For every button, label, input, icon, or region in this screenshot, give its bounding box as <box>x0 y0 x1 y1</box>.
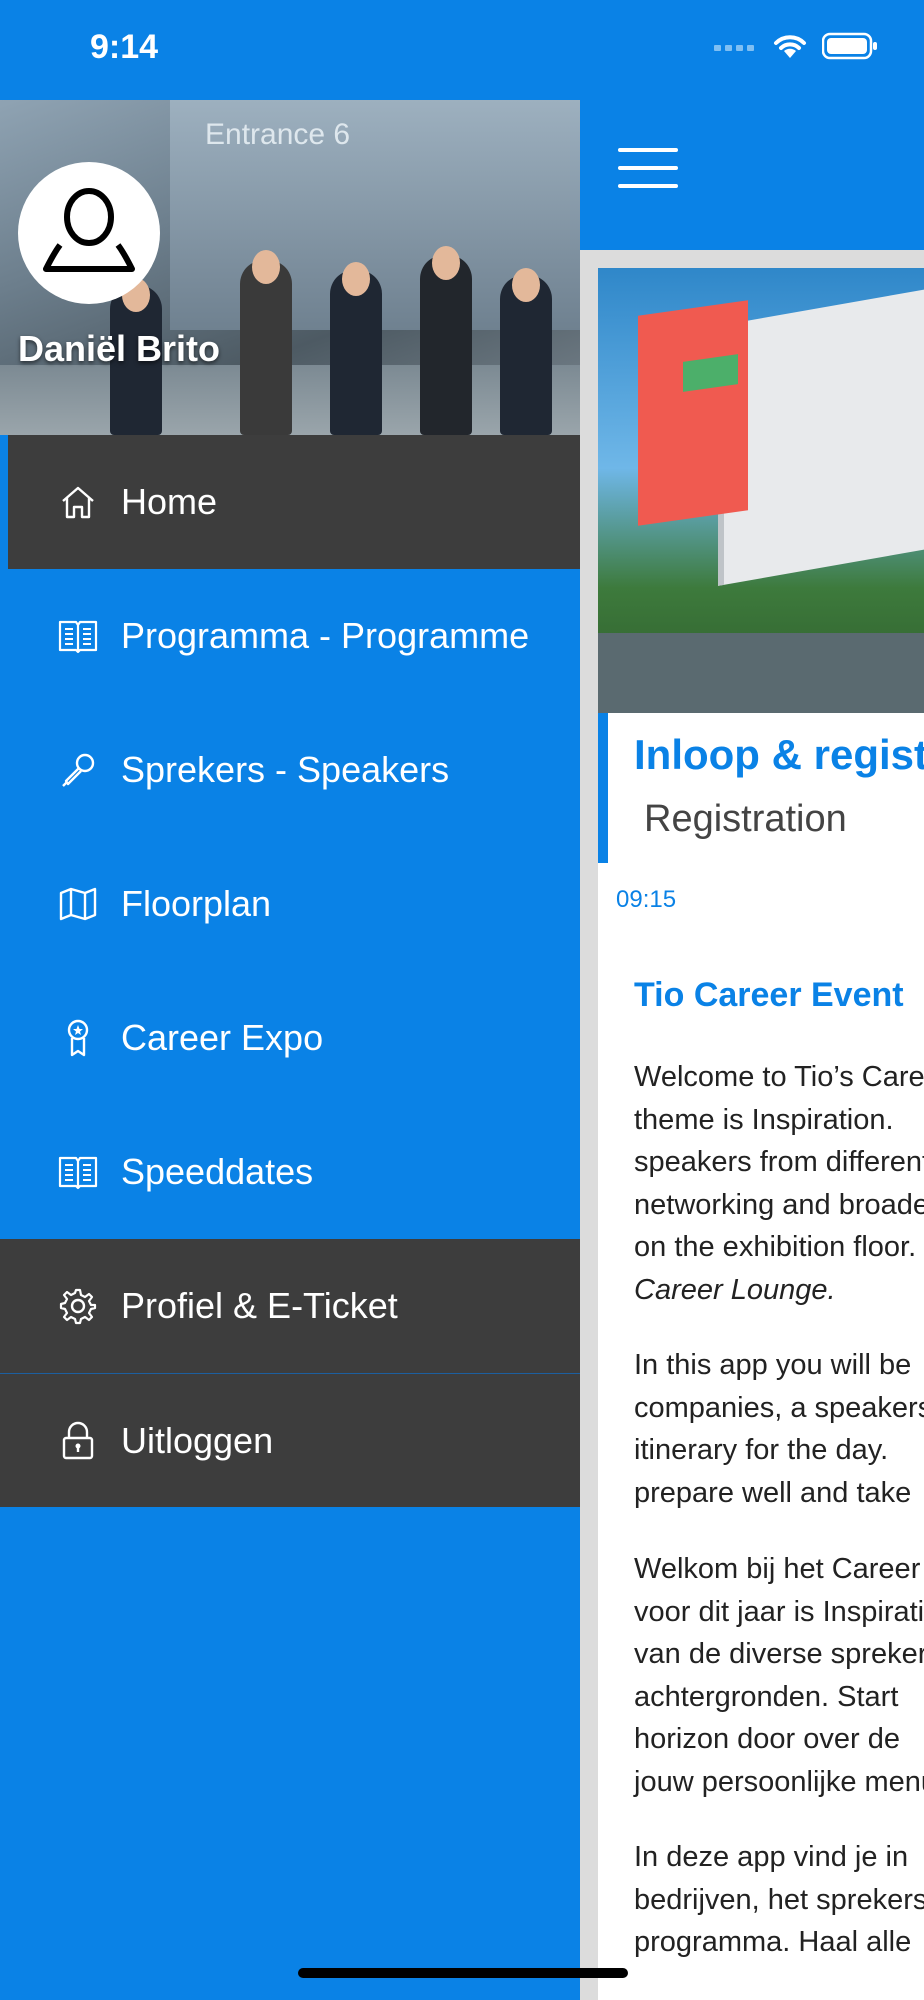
paragraph-line: voor dit jaar is Inspiratie. <box>634 1595 924 1628</box>
menu-item-label: Programma - Programme <box>121 615 530 656</box>
event-photo <box>598 268 924 713</box>
menu-item-label: Profiel & E-Ticket <box>121 1285 398 1326</box>
home-icon <box>58 482 98 522</box>
status-bar: 9:14 <box>0 0 924 100</box>
navigation-drawer: Entrance 6 Daniël Brito Home Programma -… <box>0 100 580 2000</box>
user-icon <box>43 188 135 272</box>
paragraph-line: bedrijven, het sprekers <box>634 1883 924 1916</box>
status-time: 9:14 <box>90 28 159 66</box>
avatar[interactable] <box>18 162 160 304</box>
header-person-head <box>252 250 280 284</box>
menu-item-home[interactable]: Home <box>8 435 580 569</box>
gear-icon <box>58 1286 98 1326</box>
paragraph-line: networking and broaden your <box>634 1188 924 1221</box>
paragraph-line: In deze app vind je in <box>634 1841 909 1873</box>
paragraph-line: Career Lounge. <box>634 1273 836 1306</box>
header-person <box>420 255 472 435</box>
paragraph-1: Welcome to Tio’s Career Event. theme is … <box>634 1056 924 1311</box>
main-content: Inloop & registratie Registration 09:15 … <box>580 100 924 2000</box>
event-card[interactable]: Inloop & registratie Registration 09:15 … <box>598 268 924 2000</box>
wifi-icon <box>774 35 806 58</box>
book-icon <box>58 616 98 656</box>
hamburger-line <box>618 148 678 152</box>
paragraph-line: In this app you will be <box>634 1349 912 1381</box>
badge-icon <box>58 1018 98 1058</box>
menu-item-profiel[interactable]: Profiel & E-Ticket <box>0 1239 580 1373</box>
header-person-head <box>432 246 460 280</box>
header-person-head <box>342 262 370 296</box>
menu-item-label: Sprekers - Speakers <box>121 749 450 790</box>
paragraph-line: speakers from different <box>634 1146 924 1178</box>
paragraph-line: jouw persoonlijke menu <box>634 1765 924 1798</box>
drawer-menu: Home Programma - Programme Sprekers - Sp… <box>0 435 580 1507</box>
microphone-icon <box>58 750 98 790</box>
hamburger-line <box>618 184 678 188</box>
paragraph-line: van de diverse sprekers <box>634 1638 924 1670</box>
paragraph-4: In deze app vind je in bedrijven, het sp… <box>634 1836 924 1964</box>
menu-item-label: Career Expo <box>121 1017 324 1058</box>
paragraph-line: theme is Inspiration. <box>634 1103 894 1136</box>
photo-banner <box>638 300 748 526</box>
paragraph-line: achtergronden. Start <box>634 1680 899 1713</box>
hamburger-line <box>618 166 678 170</box>
header-person <box>240 260 292 435</box>
menu-item-uitloggen[interactable]: Uitloggen <box>0 1373 580 1507</box>
paragraph-line: horizon door over de <box>634 1723 900 1755</box>
menu-item-label: Speeddates <box>121 1151 314 1192</box>
menu-toggle-button[interactable] <box>618 148 678 188</box>
paragraph-line: Welcome to Tio’s Career Event. <box>634 1061 924 1093</box>
paragraph-line: prepare well and take <box>634 1476 912 1509</box>
menu-item-programma[interactable]: Programma - Programme <box>0 569 580 703</box>
menu-item-sprekers[interactable]: Sprekers - Speakers <box>0 703 580 837</box>
content-body: Inloop & registratie Registration 09:15 … <box>580 250 924 2000</box>
paragraph-2: In this app you will be companies, a spe… <box>634 1344 924 1514</box>
card-time: 09:15 <box>616 886 677 913</box>
paragraph-line: programma. Haal alle <box>634 1926 912 1958</box>
menu-item-label: Uitloggen <box>121 1419 274 1461</box>
photo-road <box>598 633 924 713</box>
card-title-block: Inloop & registratie Registration <box>598 713 924 863</box>
paragraph-line: on the exhibition floor. <box>634 1231 917 1263</box>
event-title: Tio Career Event <box>634 976 904 1014</box>
battery-icon <box>822 32 877 60</box>
menu-item-label: Floorplan <box>121 883 272 924</box>
paragraph-line: itinerary for the day. <box>634 1434 889 1466</box>
paragraph-line: Welkom bij het Career <box>634 1553 921 1585</box>
book-icon <box>58 1152 98 1192</box>
header-sign: Entrance 6 <box>205 118 351 151</box>
signal-icon <box>714 45 754 51</box>
photo-building <box>718 280 924 586</box>
status-icons <box>714 32 878 60</box>
menu-item-label: Home <box>121 481 218 522</box>
card-title: Inloop & registratie <box>634 731 924 778</box>
paragraph-line: companies, a speakers <box>634 1391 924 1424</box>
menu-item-speeddates[interactable]: Speeddates <box>0 1105 580 1239</box>
card-subtitle: Registration <box>644 798 847 840</box>
header-person-head <box>512 268 540 302</box>
user-name: Daniël Brito <box>18 328 221 369</box>
map-icon <box>58 884 98 924</box>
profile-header: Entrance 6 Daniël Brito <box>0 100 580 435</box>
home-indicator[interactable] <box>298 1968 628 1978</box>
menu-item-career-expo[interactable]: Career Expo <box>0 971 580 1105</box>
lock-icon <box>58 1421 98 1461</box>
paragraph-3: Welkom bij het Career voor dit jaar is I… <box>634 1548 924 1803</box>
menu-item-floorplan[interactable]: Floorplan <box>0 837 580 971</box>
